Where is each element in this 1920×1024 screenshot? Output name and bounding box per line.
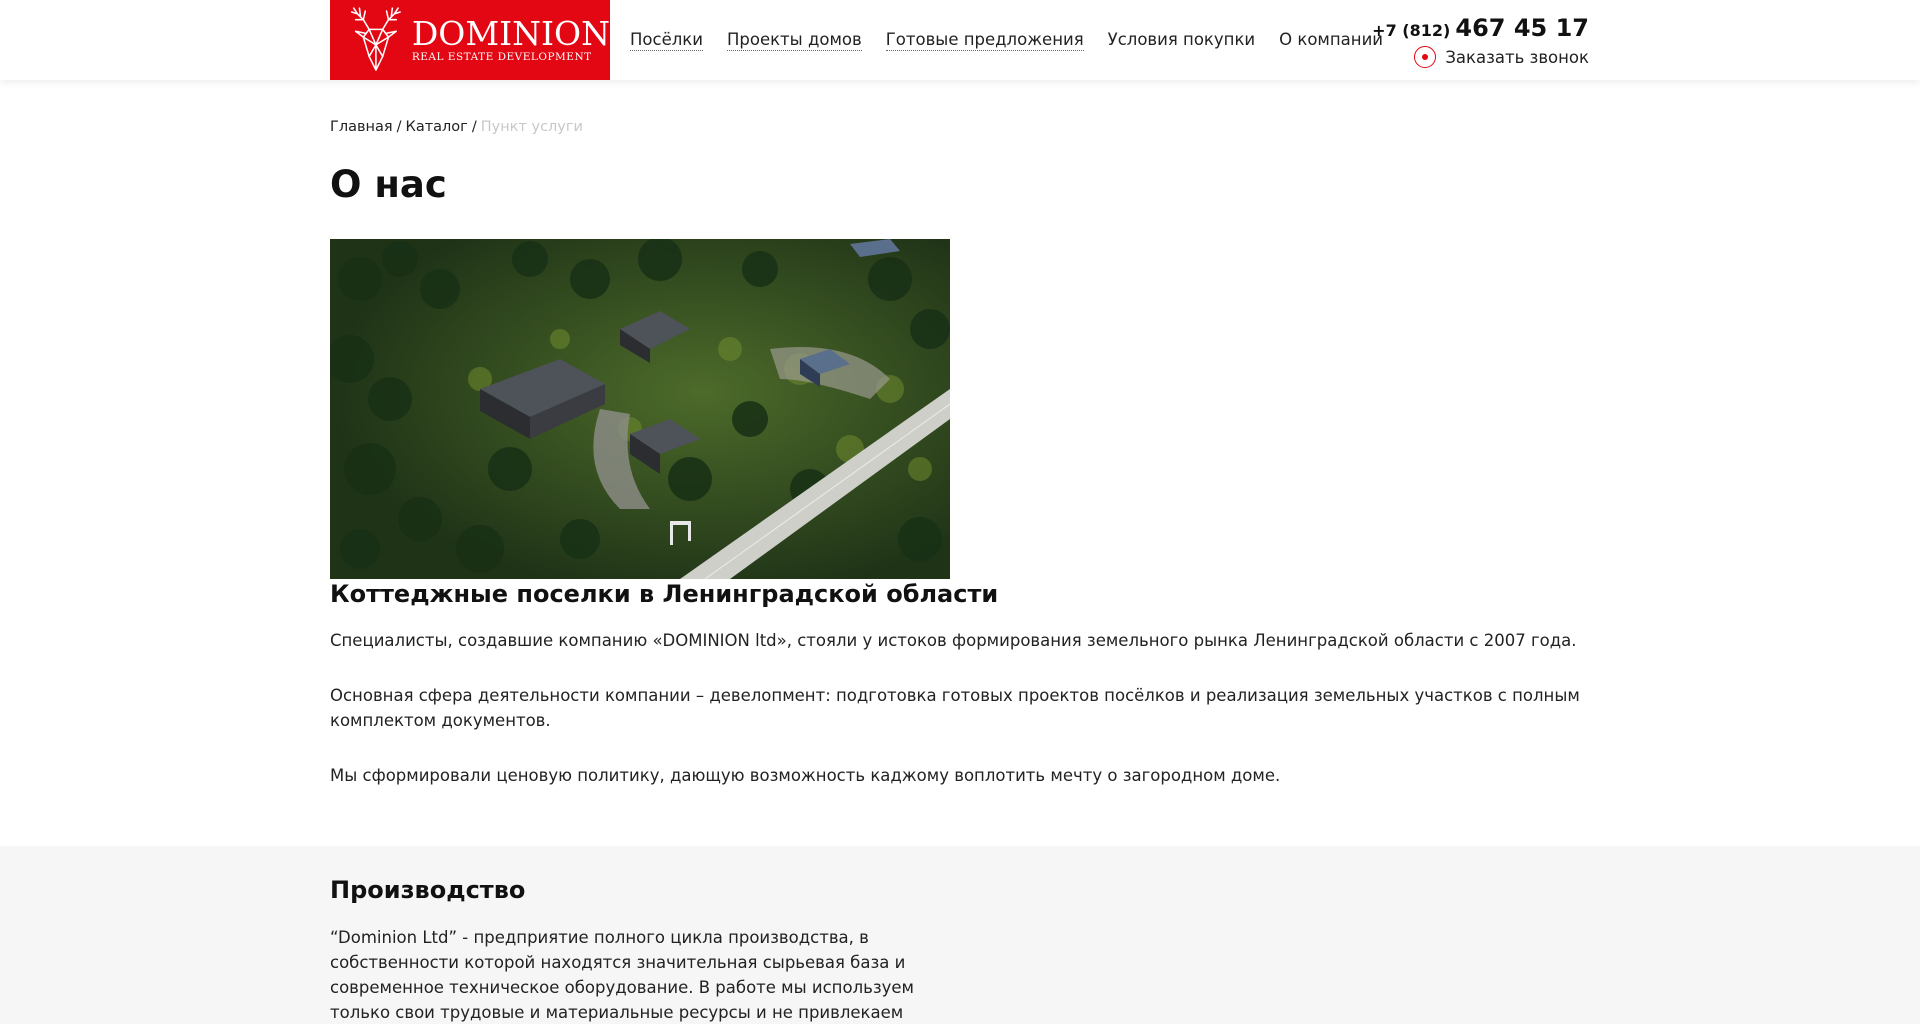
- nav-item-house-projects[interactable]: Проекты домов: [726, 30, 862, 51]
- callback-button[interactable]: Заказать звонок: [1414, 46, 1589, 68]
- nav-item-purchase-terms[interactable]: Условия покупки: [1108, 30, 1255, 51]
- record-dot-icon: [1414, 46, 1437, 68]
- about-paragraph-2: Основная сфера деятельности компании – д…: [330, 686, 1580, 730]
- logo[interactable]: DOMINION REAL ESTATE DEVELOPMENT: [330, 0, 610, 80]
- breadcrumb-separator: /: [471, 119, 477, 135]
- production-text: “Dominion Ltd” - предприятие полного цик…: [330, 928, 914, 1022]
- logo-title: DOMINION: [411, 14, 610, 53]
- about-paragraph-1: Специалисты, создавшие компанию «DOMINIO…: [330, 631, 1577, 650]
- breadcrumb-home[interactable]: Главная: [330, 119, 393, 135]
- hero-image: [330, 239, 950, 579]
- breadcrumb-current: Пункт услуги: [480, 119, 583, 135]
- aerial-forest-image: [330, 239, 950, 579]
- nav-item-villages[interactable]: Посёлки: [630, 30, 703, 51]
- about-paragraph-3: Мы сформировали ценовую политику, дающую…: [330, 766, 1281, 785]
- nav-item-ready-offers[interactable]: Готовые предложения: [885, 30, 1084, 51]
- section-title: Коттеджные поселки в Ленинградской облас…: [330, 580, 999, 608]
- breadcrumb-catalog[interactable]: Каталог: [406, 119, 468, 135]
- page-title: О нас: [330, 163, 447, 206]
- logo-subtitle: REAL ESTATE DEVELOPMENT: [411, 51, 592, 63]
- deer-head-icon: [350, 7, 401, 71]
- phone-number-link[interactable]: +7 (812) 467 45 17: [1372, 14, 1589, 42]
- phone-prefix: +7 (812): [1372, 21, 1451, 40]
- site-header: DOMINION REAL ESTATE DEVELOPMENT Посёлки…: [0, 0, 1920, 80]
- callback-label: Заказать звонок: [1445, 47, 1589, 67]
- breadcrumb-separator: /: [396, 119, 402, 135]
- nav-item-about-company[interactable]: О компании: [1279, 30, 1383, 51]
- phone-number: 467 45 17: [1455, 14, 1589, 42]
- logo-text: DOMINION REAL ESTATE DEVELOPMENT: [411, 14, 610, 64]
- production-title: Производство: [330, 876, 526, 904]
- main-nav: Посёлки Проекты домов Готовые предложени…: [630, 30, 1407, 51]
- breadcrumb: Главная / Каталог / Пункт услуги: [330, 119, 583, 135]
- production-section: Производство “Dominion Ltd” - предприяти…: [0, 846, 1920, 1024]
